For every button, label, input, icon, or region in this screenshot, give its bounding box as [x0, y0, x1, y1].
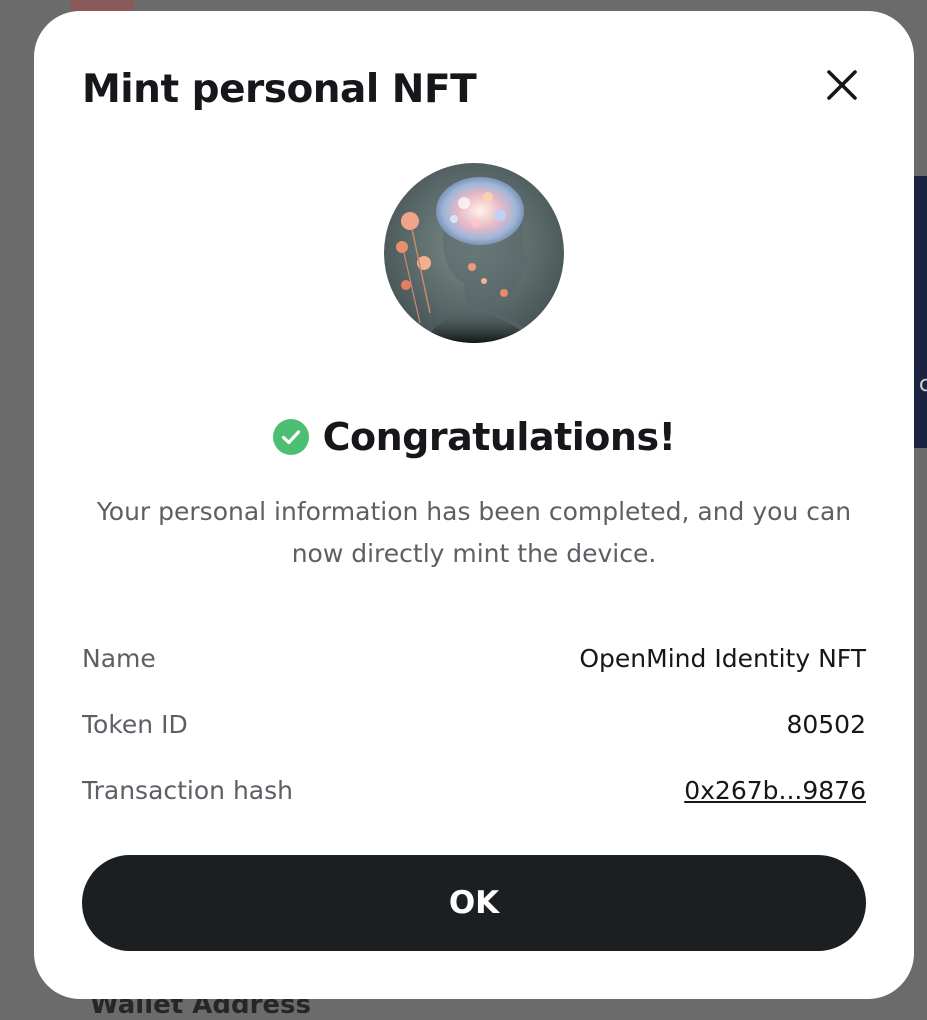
ok-button[interactable]: OK: [82, 855, 866, 951]
close-icon[interactable]: [820, 63, 864, 107]
success-description: Your personal information has been compl…: [96, 497, 852, 568]
detail-row-transaction-hash: Transaction hash 0x267b...9876: [82, 757, 866, 823]
detail-label: Name: [82, 643, 156, 673]
background-panel: [913, 176, 927, 448]
detail-value: 80502: [786, 709, 866, 739]
detail-label: Transaction hash: [82, 775, 293, 805]
success-title: Congratulations!: [322, 415, 676, 459]
detail-label: Token ID: [82, 709, 188, 739]
background-panel-glyph: c: [918, 372, 927, 397]
modal-title: Mint personal NFT: [82, 67, 477, 112]
nft-details: Name OpenMind Identity NFT Token ID 8050…: [82, 625, 866, 823]
nft-avatar-image: [384, 163, 564, 343]
detail-value: OpenMind Identity NFT: [579, 643, 866, 673]
check-circle-icon: [272, 419, 309, 455]
mint-nft-modal: Mint personal NFT Congratulations! Your …: [34, 11, 914, 999]
success-heading: Congratulations!: [34, 415, 914, 459]
transaction-hash-link[interactable]: 0x267b...9876: [684, 776, 866, 805]
detail-row-token-id: Token ID 80502: [82, 691, 866, 757]
detail-row-name: Name OpenMind Identity NFT: [82, 625, 866, 691]
